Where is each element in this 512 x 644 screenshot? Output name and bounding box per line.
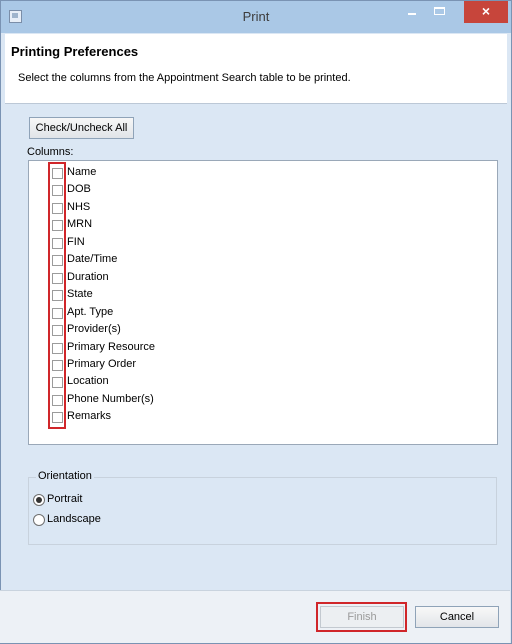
column-option-label: Provider(s) <box>67 323 121 336</box>
column-option-label: Primary Resource <box>67 340 156 353</box>
maximize-icon[interactable] <box>426 1 454 23</box>
landscape-label[interactable]: Landscape <box>47 513 101 525</box>
column-option-label: Remarks <box>67 410 112 423</box>
orientation-group <box>28 477 497 545</box>
column-option-label: DOB <box>67 183 91 196</box>
title-bar[interactable]: Print × <box>1 1 511 33</box>
column-option-label: Location <box>67 375 109 388</box>
column-option-label: NHS <box>67 200 91 213</box>
column-option-label: State <box>67 288 93 301</box>
column-option-label: Apt. Type <box>67 305 114 318</box>
columns-label: Columns: <box>27 146 74 158</box>
landscape-radio[interactable] <box>33 514 45 526</box>
column-option-label: Date/Time <box>67 253 118 266</box>
columns-list[interactable]: Name DOB NHS MRN FIN Date/Time Duration State Ap… <box>28 160 498 445</box>
checkbox-highlight-box <box>48 162 66 429</box>
portrait-label[interactable]: Portrait <box>47 493 82 505</box>
finish-highlight-box <box>316 602 407 632</box>
column-option-label: Name <box>67 166 97 178</box>
page-title: Printing Preferences <box>11 44 139 59</box>
dialog-header: Printing Preferences Select the columns … <box>5 34 507 104</box>
column-option-label: Phone Number(s) <box>67 392 154 405</box>
column-option-label: FIN <box>67 235 85 248</box>
minimize-icon[interactable] <box>398 1 426 23</box>
dialog-description: Select the columns from the Appointment … <box>18 72 351 84</box>
column-option-label: Primary Order <box>67 357 137 370</box>
column-option-label: MRN <box>67 218 93 231</box>
column-option-label: Duration <box>67 270 109 283</box>
check-uncheck-all-button[interactable]: Check/Uncheck All <box>29 117 134 139</box>
close-icon[interactable]: × <box>464 1 508 23</box>
cancel-button[interactable]: Cancel <box>415 606 499 628</box>
portrait-radio[interactable] <box>33 494 45 506</box>
orientation-label: Orientation <box>36 470 94 482</box>
